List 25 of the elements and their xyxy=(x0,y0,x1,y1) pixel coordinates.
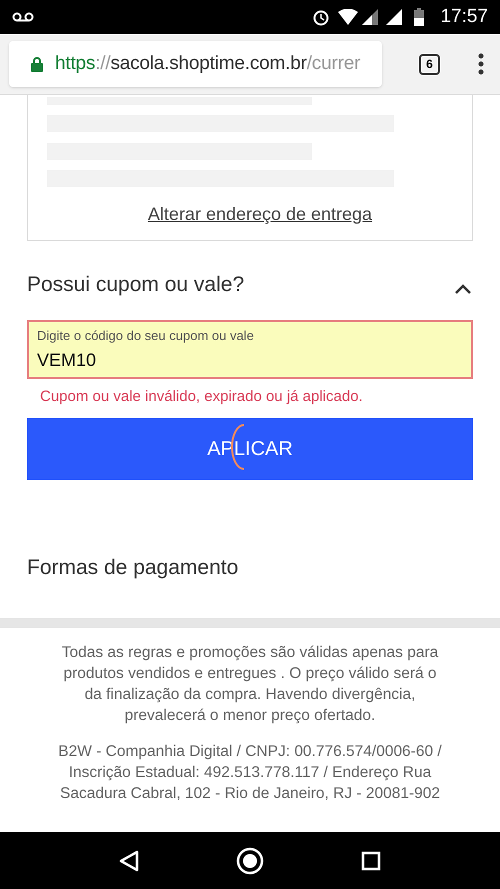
chevron-up-icon[interactable] xyxy=(454,284,472,296)
wifi-icon xyxy=(338,9,358,25)
clock-time: 17:57 xyxy=(440,4,488,29)
section-heading: Possui cupom ou vale? xyxy=(27,272,244,298)
field-label: Digite o código do seu cupom ou vale xyxy=(37,328,255,344)
address-bar[interactable]: https://sacola.shoptime.com.br/currer xyxy=(9,41,382,87)
voicemail-icon xyxy=(12,12,34,22)
signal-icon xyxy=(362,9,378,25)
back-icon[interactable] xyxy=(118,850,139,872)
recents-icon[interactable] xyxy=(361,850,382,870)
footer-text: B2W - Companhia Digital / CNPJ: 00.776.574/0006-60 / Inscrição Estadual: 492.513.778.117 / Endereço Rua Sacadura Cabral, 102 - Rio de Janeiro, RJ - 20081-902 xyxy=(57,742,443,804)
url-text: https://sacola.shoptime.com.br/currer xyxy=(55,52,360,76)
alarm-icon xyxy=(312,8,330,26)
lock-icon xyxy=(31,56,43,72)
tab-count-button[interactable]: 6 xyxy=(419,54,440,74)
coupon-field[interactable]: Digite o código do seu cupom ou vale VEM10 xyxy=(27,320,473,378)
field-value: VEM10 xyxy=(37,348,98,370)
error-message: Cupom ou vale inválido, expirado ou já aplicado. xyxy=(40,386,364,406)
menu-icon[interactable] xyxy=(478,53,484,75)
change-address-link[interactable]: Alterar endereço de entrega xyxy=(148,201,372,228)
signal-icon xyxy=(386,9,402,25)
battery-icon xyxy=(414,8,424,26)
home-icon[interactable] xyxy=(236,846,264,874)
section-heading: Formas de pagamento xyxy=(27,555,240,581)
footer-text: Todas as regras e promoções são válidas apenas para produtos vendidos e entregues . O preço válido será o da finalização da compra. Havendo divergência, prevalecerá o menor preço ofertado. xyxy=(60,642,440,726)
